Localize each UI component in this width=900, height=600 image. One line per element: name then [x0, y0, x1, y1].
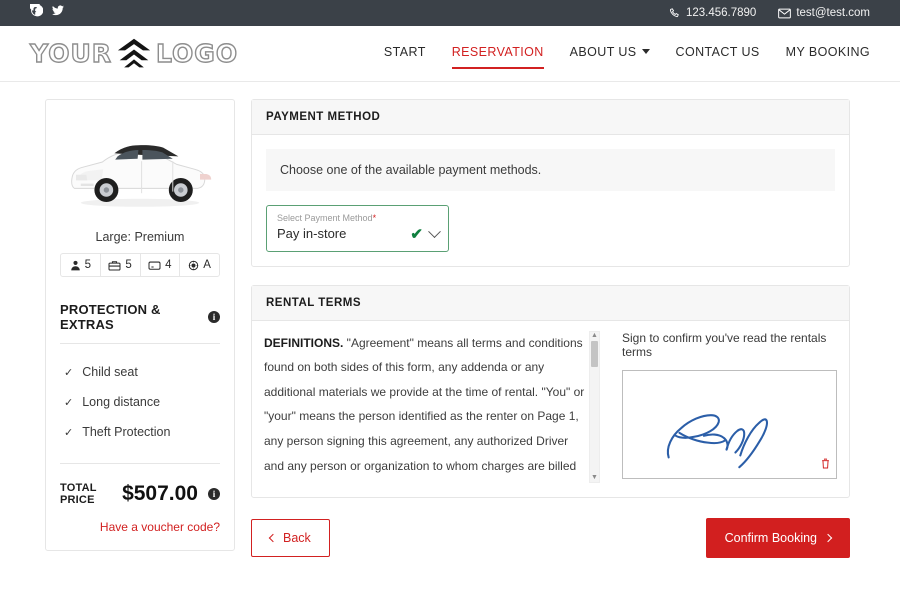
main-navigation: START RESERVATION ABOUT US CONTACT US MY…	[384, 44, 870, 69]
payment-method-select[interactable]: Select Payment Method* Pay in-store ✔	[266, 205, 449, 252]
trash-icon[interactable]	[821, 456, 830, 474]
payment-method-select-texts: Select Payment Method* Pay in-store	[277, 213, 410, 244]
protection-extras-header: PROTECTION & EXTRAS i	[60, 302, 220, 344]
transmission-icon	[189, 260, 199, 270]
nav-item-reservation[interactable]: RESERVATION	[451, 44, 544, 69]
nav-label-start: START	[383, 44, 426, 59]
car-specs: 5 5 4 A	[60, 253, 220, 277]
total-price-label: TOTAL PRICE	[60, 482, 97, 506]
scrollbar-thumb[interactable]	[591, 340, 598, 367]
email-item[interactable]: test@test.com	[778, 7, 870, 19]
spec-doors: 4	[141, 254, 181, 276]
top-utility-bar: 123.456.7890 test@test.com	[0, 0, 900, 26]
email-address: test@test.com	[796, 7, 870, 19]
total-price-value: $507.00	[122, 482, 198, 505]
chevron-logo-icon	[117, 38, 151, 67]
phone-icon	[669, 7, 681, 19]
spec-transmission-value: A	[203, 259, 211, 271]
payment-method-notice: Choose one of the available payment meth…	[266, 149, 835, 191]
check-icon: ✓	[64, 366, 74, 379]
scroll-down-icon[interactable]: ▼	[591, 474, 598, 482]
extras-list: ✓ Child seat ✓ Long distance ✓ Theft Pro…	[60, 357, 220, 447]
social-links	[28, 0, 65, 22]
main-column: PAYMENT METHOD Choose one of the availab…	[251, 99, 850, 558]
payment-method-title: PAYMENT METHOD	[252, 100, 849, 135]
chevron-right-icon	[823, 533, 833, 542]
phone-item[interactable]: 123.456.7890	[669, 7, 756, 19]
rental-terms-body: DEFINITIONS. "Agreement" means all terms…	[252, 321, 849, 497]
spec-luggage: 5	[101, 254, 141, 276]
signature-prompt: Sign to confirm you've read the rentals …	[622, 330, 827, 359]
passengers-icon	[70, 260, 80, 270]
nav-item-my-booking[interactable]: MY BOOKING	[786, 45, 870, 63]
page-content: Large: Premium 5 5 4 A PROTECTION & EXTR…	[0, 82, 900, 558]
luggage-icon	[108, 260, 121, 270]
spec-passengers: 5	[61, 254, 101, 276]
extra-label: Theft Protection	[82, 425, 171, 439]
logo-text-left: YOUR	[29, 38, 113, 68]
chevron-down-icon	[641, 49, 650, 54]
rental-terms-scrollbar[interactable]: ▲ ▼	[589, 330, 600, 483]
payment-method-card: PAYMENT METHOD Choose one of the availab…	[251, 99, 850, 267]
total-price-row: TOTAL PRICE $507.00 i	[60, 463, 220, 506]
doors-icon	[148, 261, 161, 270]
spec-passengers-value: 5	[84, 259, 92, 271]
nav-label-contact-us: CONTACT US	[675, 44, 760, 59]
protection-info-icon[interactable]: i	[208, 311, 220, 323]
signature-column: Sign to confirm you've read the rentals …	[622, 331, 837, 483]
rental-terms-title: RENTAL TERMS	[252, 285, 849, 321]
site-logo[interactable]: YOUR LOGO	[29, 37, 239, 71]
envelope-icon	[778, 8, 792, 19]
scroll-up-icon[interactable]: ▲	[591, 332, 598, 340]
action-row: Back Confirm Booking	[251, 517, 850, 558]
rental-terms-card: RENTAL TERMS DEFINITIONS. "Agreement" me…	[251, 284, 850, 498]
twitter-icon[interactable]	[51, 4, 65, 22]
logo-text-right: LOGO	[155, 38, 239, 68]
confirm-booking-button[interactable]: Confirm Booking	[705, 517, 850, 558]
extra-label: Child seat	[82, 365, 138, 379]
spec-transmission: A	[180, 254, 219, 276]
check-icon: ✓	[64, 426, 74, 439]
spec-luggage-value: 5	[125, 259, 132, 271]
car-image	[71, 145, 212, 207]
nav-label-reservation: RESERVATION	[451, 44, 544, 59]
confirm-booking-label: Confirm Booking	[724, 530, 817, 545]
phone-number: 123.456.7890	[685, 7, 757, 19]
list-item: ✓ Long distance	[60, 387, 220, 417]
back-button-label: Back	[283, 530, 311, 545]
back-button[interactable]: Back	[251, 518, 330, 557]
nav-item-contact-us[interactable]: CONTACT US	[676, 45, 760, 63]
nav-label-about-us: ABOUT US	[569, 44, 637, 59]
payment-method-select-icons: ✔	[410, 224, 441, 244]
chevron-left-icon	[268, 533, 278, 542]
payment-method-select-value: Pay in-store	[277, 225, 347, 241]
payment-method-select-label: Select Payment Method*	[277, 213, 377, 223]
spec-doors-value: 4	[165, 259, 172, 271]
voucher-code-link[interactable]: Have a voucher code?	[60, 520, 220, 534]
site-header: YOUR LOGO START RESERVATION ABOUT US CON…	[0, 26, 900, 82]
nav-item-about-us[interactable]: ABOUT US	[570, 45, 650, 63]
nav-item-start[interactable]: START	[384, 45, 426, 63]
rental-terms-scroll-region[interactable]: DEFINITIONS. "Agreement" means all terms…	[264, 330, 600, 483]
protection-extras-title: PROTECTION & EXTRAS	[60, 302, 161, 332]
payment-method-body: Choose one of the available payment meth…	[252, 135, 849, 266]
booking-summary-sidebar: Large: Premium 5 5 4 A PROTECTION & EXTR…	[45, 99, 235, 551]
check-icon: ✓	[64, 396, 74, 409]
list-item: ✓ Theft Protection	[60, 417, 220, 447]
rental-terms-body-text: "Agreement" means all terms and conditio…	[264, 335, 585, 473]
total-price-info-icon[interactable]: i	[208, 488, 220, 500]
chevron-down-icon[interactable]	[428, 224, 441, 238]
car-class-title: Large: Premium	[95, 230, 185, 244]
signature-ink	[666, 413, 769, 468]
list-item: ✓ Child seat	[60, 357, 220, 387]
rental-terms-lead: DEFINITIONS.	[264, 335, 344, 350]
signature-pad[interactable]	[622, 369, 837, 479]
rental-terms-text: DEFINITIONS. "Agreement" means all terms…	[264, 331, 586, 483]
facebook-icon[interactable]	[28, 0, 44, 22]
contact-info: 123.456.7890 test@test.com	[669, 7, 870, 19]
extra-label: Long distance	[82, 395, 161, 409]
check-valid-icon: ✔	[410, 225, 423, 243]
nav-label-my-booking: MY BOOKING	[785, 44, 870, 59]
required-marker: *	[372, 213, 377, 223]
